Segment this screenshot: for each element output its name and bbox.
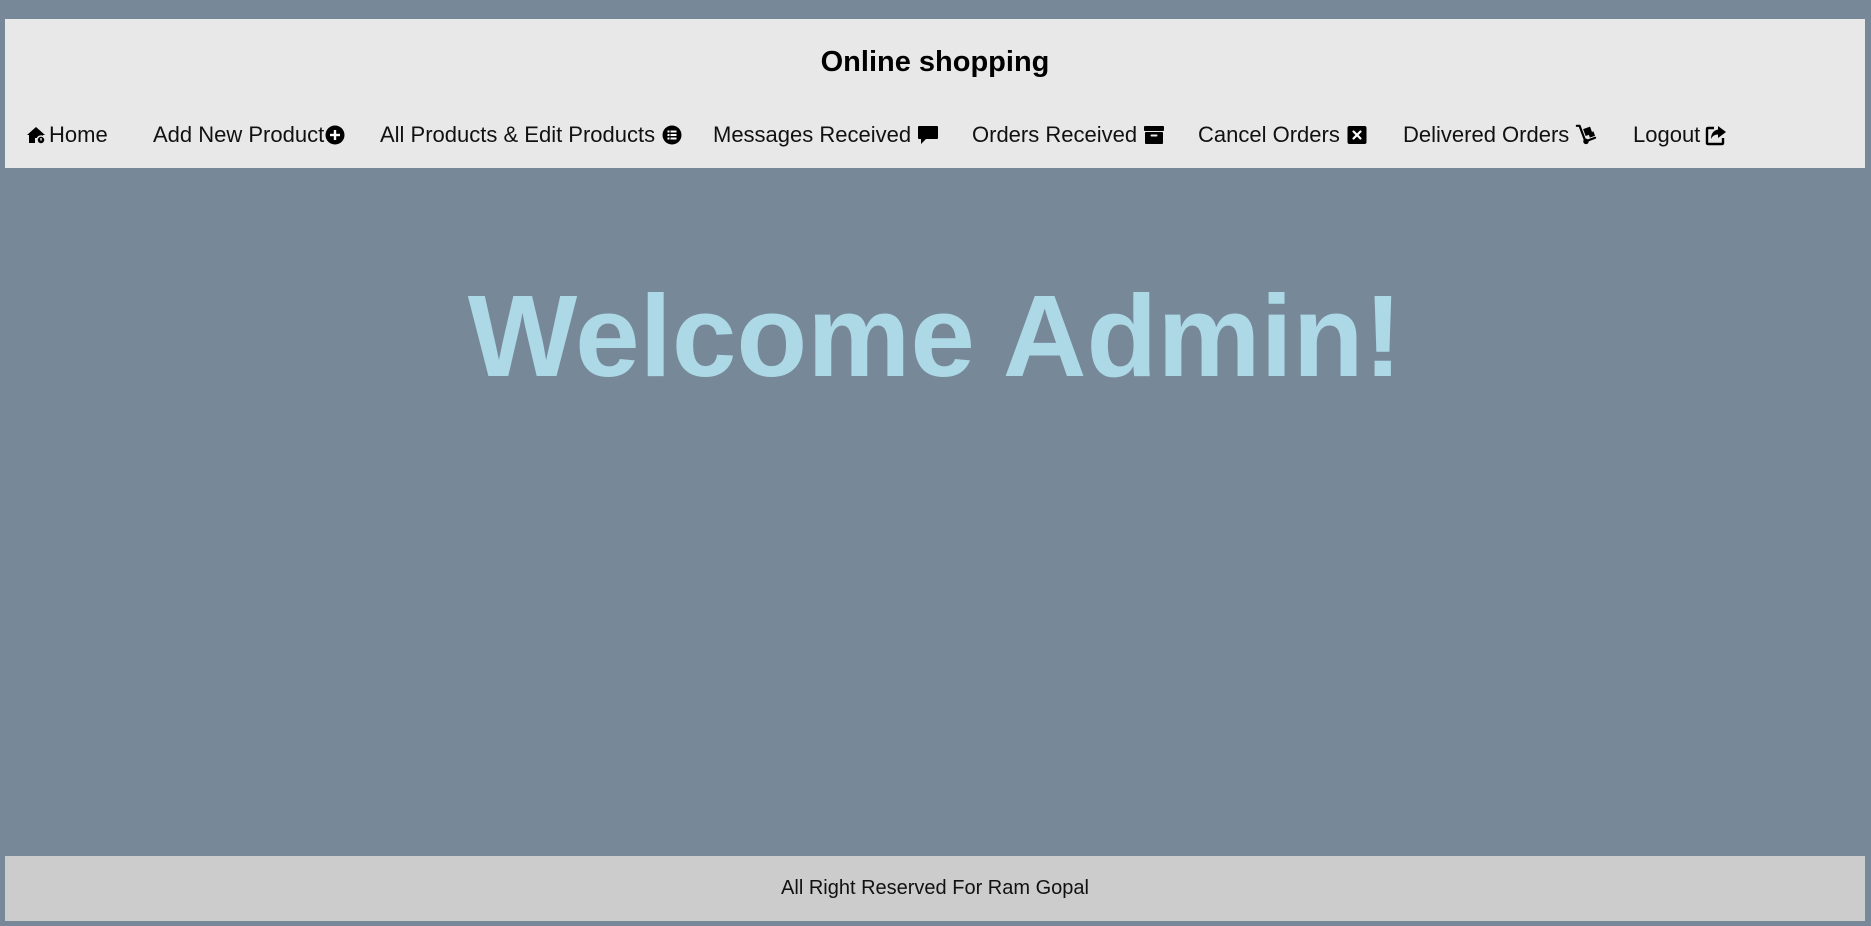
dolly-icon [1575,124,1597,146]
nav-item-orders-received[interactable]: Orders Received [972,117,1165,153]
nav-item-home[interactable]: Home [25,117,108,153]
plus-circle-icon [324,124,346,146]
nav-item-add-new-product[interactable]: Add New Product [153,117,346,153]
footer: All Right Reserved For Ram Gopal [5,856,1865,921]
message-icon [917,124,939,146]
nav-label-add-new-product: Add New Product [153,122,325,147]
nav-label-all-products: All Products & Edit Products [380,122,656,147]
nav-label-cancel-orders: Cancel Orders [1198,122,1340,147]
close-square-icon [1346,124,1368,146]
nav-item-all-products[interactable]: All Products & Edit Products [380,117,683,153]
nav-bar: Home Add New Product All Products & Edit… [5,117,1865,153]
nav-item-cancel-orders[interactable]: Cancel Orders [1198,117,1368,153]
site-title: Online shopping [820,46,1050,78]
nav-label-home: Home [49,122,108,147]
nav-item-logout[interactable]: Logout [1633,117,1727,153]
nav-label-delivered-orders: Delivered Orders [1403,122,1570,147]
nav-label-orders-received: Orders Received [972,122,1138,147]
main-content: Welcome Admin! [5,168,1865,856]
nav-label-messages-received: Messages Received [713,122,912,147]
nav-item-messages-received[interactable]: Messages Received [713,117,939,153]
welcome-heading: Welcome Admin! [467,271,1403,401]
home-icon [25,124,47,146]
page: Online shopping Home Add New Product All… [5,19,1865,923]
archive-box-icon [1143,124,1165,146]
footer-text: All Right Reserved For Ram Gopal [781,877,1089,899]
nav-label-logout: Logout [1633,122,1701,147]
share-out-icon [1705,124,1727,146]
nav-item-delivered-orders[interactable]: Delivered Orders [1403,117,1597,153]
list-circle-icon [661,124,683,146]
header: Online shopping Home Add New Product All… [5,19,1865,168]
